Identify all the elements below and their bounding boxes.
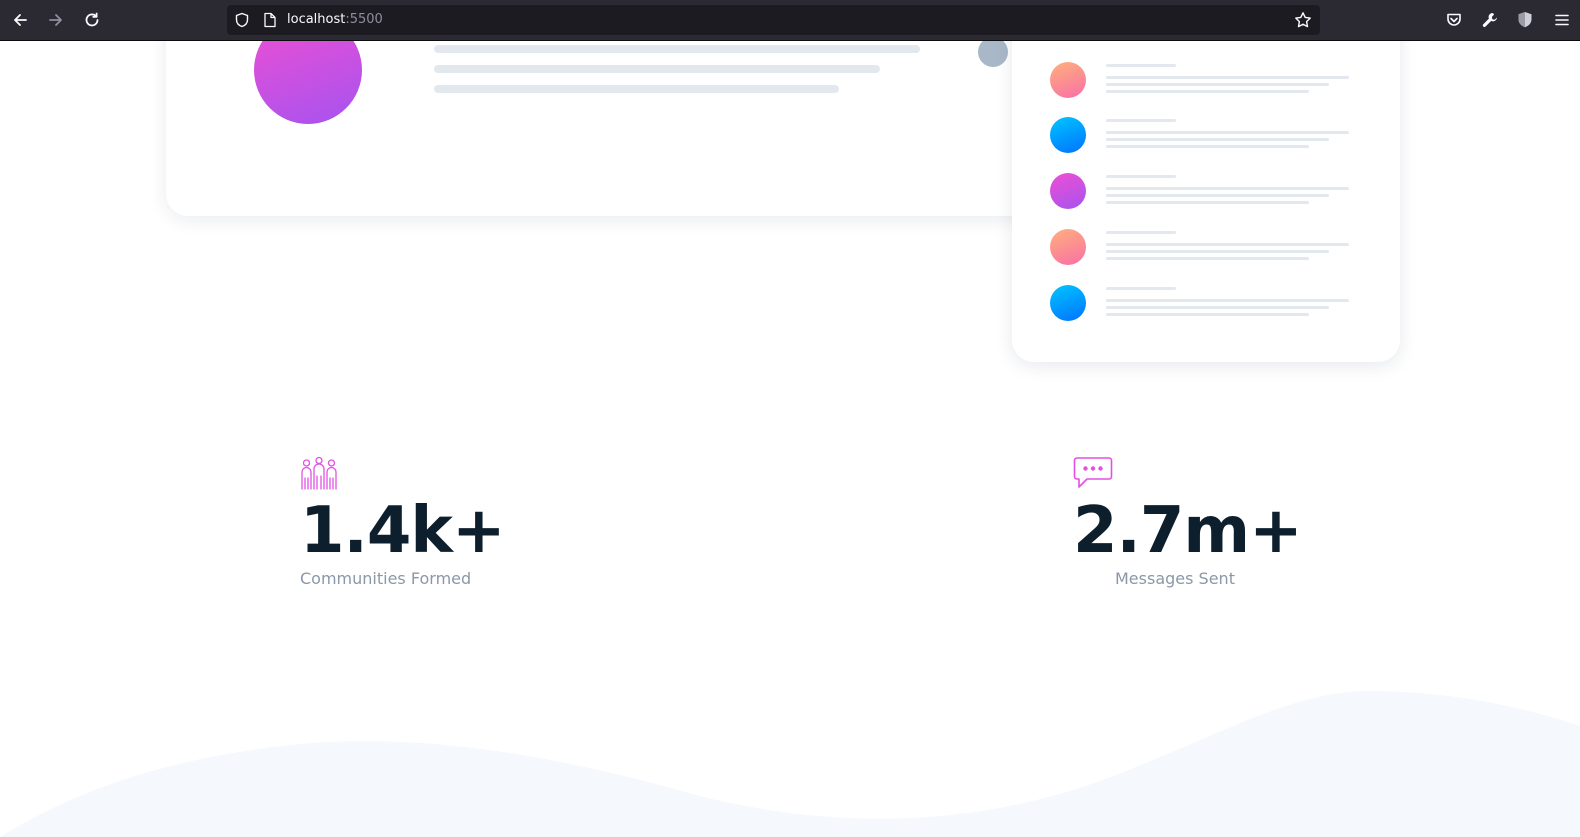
skeleton-line (1106, 257, 1309, 260)
skeleton-line (1106, 201, 1309, 204)
background-wave (0, 691, 1580, 837)
message-item (1050, 117, 1360, 153)
reload-icon (85, 12, 99, 27)
skeleton-line (1106, 306, 1329, 309)
stat-value: 1.4k+ (300, 494, 506, 568)
skeleton-line (434, 85, 839, 93)
avatar (1050, 62, 1086, 98)
skeleton-line (1106, 83, 1329, 86)
skeleton-line (1106, 250, 1329, 253)
chat-bubble-icon (1073, 457, 1113, 488)
menu-button[interactable] (1550, 8, 1574, 32)
message-item (1050, 229, 1360, 265)
skeleton-line (1106, 138, 1329, 141)
arrow-right-icon (49, 14, 62, 26)
shield-icon[interactable] (234, 12, 250, 28)
avatar (1050, 229, 1086, 265)
illustration-card (166, 41, 1066, 216)
skeleton-line (1106, 194, 1329, 197)
pocket-button[interactable] (1442, 8, 1466, 32)
skeleton-line (1106, 64, 1176, 67)
extension-button[interactable] (1513, 8, 1537, 32)
stat-value: 2.7m+ (1073, 494, 1303, 568)
url-bar[interactable]: localhost:5500 (227, 5, 1320, 35)
avatar (1050, 285, 1086, 321)
url-port: :5500 (345, 12, 383, 27)
avatar (1050, 117, 1086, 153)
wrench-icon (1482, 13, 1497, 27)
skeleton-line (434, 45, 920, 53)
messages-card (1012, 41, 1400, 362)
hamburger-menu-icon (1555, 14, 1569, 26)
arrow-left-icon (14, 14, 27, 26)
skeleton-line (1106, 145, 1309, 148)
communities-icon (301, 456, 337, 490)
page-icon (264, 12, 276, 28)
skeleton-line (1106, 313, 1309, 316)
stat-messages: 2.7m+ Messages Sent (1073, 456, 1303, 588)
skeleton-line (1106, 187, 1349, 190)
devtools-button[interactable] (1478, 8, 1502, 32)
url-host: localhost (287, 12, 346, 27)
message-item (1050, 285, 1360, 321)
avatar (254, 41, 362, 124)
message-item (1050, 62, 1360, 98)
browser-toolbar: localhost:5500 (0, 0, 1580, 41)
skeleton-line (1106, 231, 1176, 234)
back-button[interactable] (8, 8, 32, 32)
skeleton-line (434, 65, 880, 73)
skeleton-line (1106, 299, 1349, 302)
skeleton-line (1106, 287, 1176, 290)
avatar (1050, 173, 1086, 209)
pocket-icon (1447, 13, 1461, 26)
skeleton-line (1106, 76, 1349, 79)
skeleton-line (1106, 90, 1309, 93)
page-content: 1.4k+ Communities Formed 2.7m+ Messages … (0, 41, 1580, 837)
star-icon[interactable] (1294, 11, 1312, 29)
stat-communities: 1.4k+ Communities Formed (300, 456, 506, 588)
skeleton-line (1106, 175, 1176, 178)
forward-button[interactable] (44, 8, 68, 32)
skeleton-line (1106, 131, 1349, 134)
stat-label: Messages Sent (1115, 569, 1235, 588)
message-item (1050, 173, 1360, 209)
skeleton-line (1106, 119, 1176, 122)
url-text[interactable]: localhost:5500 (287, 12, 383, 27)
reload-button[interactable] (80, 8, 104, 32)
shield-extension-icon (1518, 12, 1532, 28)
skeleton-line (1106, 243, 1349, 246)
stat-label: Communities Formed (300, 569, 472, 588)
